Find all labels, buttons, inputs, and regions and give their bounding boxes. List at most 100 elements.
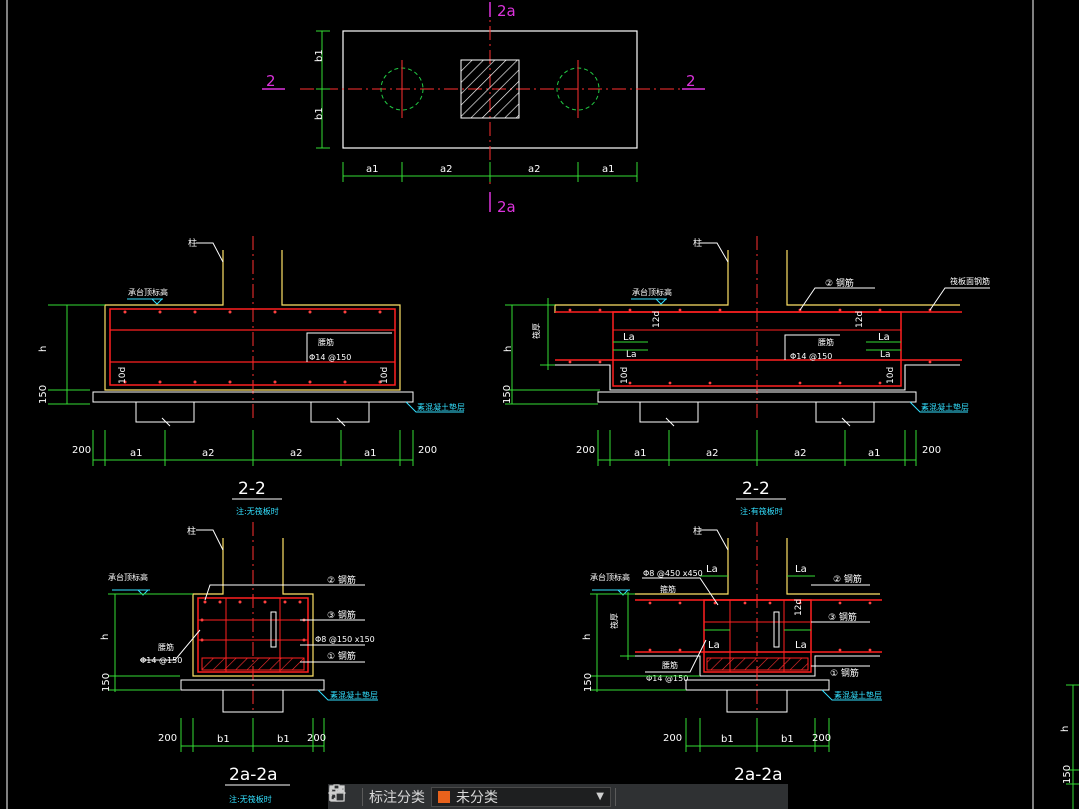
paste-icon[interactable] (330, 784, 740, 809)
section-2-2-right: La La La La 12d 12d 10d 10d 柱 承台顶标高 ② 钢筋… (502, 236, 990, 516)
sr-dim-a1-left: a1 (634, 448, 647, 459)
bl-dim-b1-right: b1 (277, 734, 290, 745)
bl-dim-h: h (100, 634, 111, 640)
br-rebar3-label: ③ 钢筋 (828, 611, 857, 623)
bl-stirrup-spec2: Φ8 @150 x150 (315, 635, 375, 644)
sr-raft-thick: 筏厚 (531, 323, 541, 339)
sl-cushion-note: 素混凝土垫层 (417, 402, 465, 412)
sl-top-label: 承台顶标高 (128, 287, 168, 297)
sr-la4: La (880, 350, 891, 360)
plan-section-top: 2a (497, 2, 516, 20)
sr-dim-200-right: 200 (922, 445, 941, 456)
sl-hook-left: 10d (118, 367, 128, 384)
section-2a-2a-left: 柱 承台顶标高 ② 钢筋 ③ 钢筋 Φ8 @150 x150 ① 钢筋 腰筋 Φ… (100, 522, 378, 804)
br-dim-b1-left: b1 (721, 734, 734, 745)
bl-dim-150: 150 (101, 673, 112, 692)
br-title: 2a-2a (734, 765, 783, 785)
br-stirrup-spec2: Φ8 @450 x450 (643, 569, 703, 578)
br-la2: La (795, 564, 807, 575)
sr-hook-right: 10d (886, 367, 896, 384)
sr-stirrup-label: 腰筋 (818, 337, 834, 347)
plan-dim-a1-right: a1 (602, 164, 615, 175)
sl-stirrup-label: 腰筋 (318, 337, 334, 347)
sr-note: 注:有筏板时 (740, 506, 783, 516)
br-dim-b1-right: b1 (781, 734, 794, 745)
sr-dim-a2-right: a2 (794, 448, 807, 459)
chevron-down-icon: ▼ (596, 791, 604, 802)
sl-dim-a2-left: a2 (202, 448, 215, 459)
bl-rebar1-label: ① 钢筋 (327, 650, 356, 662)
br-dim-h: h (582, 634, 593, 640)
bl-title: 2a-2a (229, 765, 278, 785)
bl-stirrup-spec: Φ14 @150 (140, 656, 182, 665)
br-la1: La (706, 564, 718, 575)
bl-dim-200-right: 200 (307, 733, 326, 744)
plan-dim-b1-top: b1 (314, 49, 325, 62)
sr-dim-200-left: 200 (576, 445, 595, 456)
bl-column-label: 柱 (187, 525, 196, 537)
plan-section-left: 2 (266, 72, 276, 90)
bl-dim-200-left: 200 (158, 733, 177, 744)
edge-dim-150: 150 (1062, 765, 1073, 784)
br-la4: La (795, 640, 807, 651)
sl-dim-200-right: 200 (418, 445, 437, 456)
bl-rebar3-label: ③ 钢筋 (327, 609, 356, 621)
sl-hook-right: 10d (380, 367, 390, 384)
sr-stirrup-spec: Φ14 @150 (790, 352, 832, 361)
sr-rebar2-label: ② 钢筋 (825, 277, 854, 289)
sl-dim-h: h (38, 346, 49, 352)
plan-dim-b1-bottom: b1 (314, 107, 325, 120)
br-rebar2-label: ② 钢筋 (833, 573, 862, 585)
toolbar-label: 标注分类 (369, 789, 425, 806)
plan-section-right: 2 (686, 72, 696, 90)
edge-right-partial: h 150 (1060, 684, 1079, 809)
sl-title: 2-2 (238, 479, 266, 499)
toolbar-divider (362, 787, 363, 806)
sr-column-label: 柱 (693, 237, 702, 249)
plan-section-bottom: 2a (497, 198, 516, 216)
sr-hook-left: 10d (620, 367, 630, 384)
br-stirrup-spec: Φ14 @150 (646, 674, 688, 683)
bl-stirrup-label: 腰筋 (158, 642, 174, 652)
br-cushion-note: 素混凝土垫层 (834, 690, 882, 700)
sl-dim-a2-right: a2 (290, 448, 303, 459)
bl-top-label: 承台顶标高 (108, 572, 148, 582)
sr-12d-left: 12d (652, 311, 662, 328)
sr-la1: La (623, 332, 635, 343)
sr-dim-a1-right: a1 (868, 448, 881, 459)
copy-icon[interactable] (329, 784, 710, 809)
plan-dim-a2-right: a2 (528, 164, 541, 175)
br-12d: 12d (794, 599, 804, 616)
category-selected: 未分类 (456, 789, 498, 806)
annotation-toolbar: 标注分类 未分类 ▼ (328, 784, 788, 809)
br-top-label: 承台顶标高 (590, 572, 630, 582)
cad-canvas[interactable]: 2a 2a 2 2 a1 a2 a2 a1 b1 b1 柱 承台顶标高 腰筋 Φ… (0, 0, 1079, 809)
section-2a-2a-right: La La La La 12d 柱 承台顶标高 Φ8 @450 x450 ② 钢… (582, 522, 882, 785)
bl-note: 注:无筏板时 (229, 794, 272, 804)
br-la3: La (708, 640, 720, 651)
category-swatch (438, 790, 450, 803)
sl-note: 注:无筏板时 (236, 506, 279, 516)
sl-stirrup-spec: Φ14 @150 (309, 353, 351, 362)
column-hatch (460, 59, 520, 119)
sr-cushion-note: 素混凝土垫层 (921, 402, 969, 412)
move-icon[interactable] (328, 784, 680, 809)
sl-dim-200-left: 200 (72, 445, 91, 456)
edit-icon[interactable] (329, 784, 650, 809)
br-column-label: 柱 (693, 525, 702, 537)
sr-top-label: 承台顶标高 (632, 287, 672, 297)
sr-la3: La (878, 332, 890, 343)
bl-dim-b1-left: b1 (217, 734, 230, 745)
sr-raft-label: 筏板面钢筋 (950, 276, 990, 286)
sr-dim-h: h (503, 346, 514, 352)
br-raft-thick: 筏厚 (609, 613, 619, 629)
br-rebar1-label: ① 钢筋 (830, 667, 859, 679)
category-select[interactable]: 未分类 ▼ (431, 786, 611, 807)
br-dim-150: 150 (583, 673, 594, 692)
sl-dim-a1-right: a1 (364, 448, 377, 459)
br-stirrup-label: 腰筋 (662, 660, 678, 670)
sr-la2: La (626, 350, 637, 360)
bl-cushion-note: 素混凝土垫层 (330, 690, 378, 700)
sl-column-label: 柱 (188, 237, 197, 249)
plan-view: 2a 2a 2 2 a1 a2 a2 a1 b1 b1 (262, 2, 705, 216)
